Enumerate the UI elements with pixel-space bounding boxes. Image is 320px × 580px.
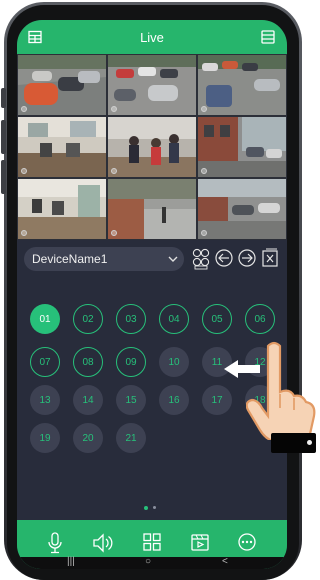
nav-home-button[interactable]: ○ [145,556,151,567]
camera-tile-4[interactable] [18,117,106,177]
page-indicator [153,506,156,509]
camera-tile-8[interactable] [108,179,196,239]
camera-tile-2[interactable] [108,55,196,115]
camera-tile-7[interactable] [18,179,106,239]
more-icon[interactable] [237,532,257,552]
back-circle-icon[interactable] [214,248,234,268]
device-select[interactable]: DeviceName1 [24,247,184,271]
channel-button-19[interactable]: 19 [30,423,60,453]
page-title: Live [140,30,164,45]
app-header: Live [17,20,287,54]
swipe-hand-illustration [246,341,316,440]
nav-recents-button[interactable]: ||| [67,556,75,567]
channel-button-04[interactable]: 04 [159,304,189,334]
device-select-value: DeviceName1 [32,252,108,266]
channel-button-10[interactable]: 10 [159,347,189,377]
nav-back-button[interactable]: < [222,556,228,567]
camera-tile-6[interactable] [198,117,286,177]
phone-side-button [1,160,6,194]
camera-grid [17,54,287,240]
device-list-icon[interactable] [260,29,276,45]
close-box-icon[interactable] [261,248,279,268]
camera-tile-9[interactable] [198,179,286,239]
sleeve-cuff [271,433,316,453]
grid-icon[interactable] [142,532,162,552]
chevron-down-icon [168,256,178,262]
microphone-icon[interactable] [45,532,65,554]
channel-button-02[interactable]: 02 [73,304,103,334]
phone-side-button [1,120,6,154]
app-screen: Live DeviceName1 01 02 03 04 05 06 07 08… [17,20,287,569]
channel-button-15[interactable]: 15 [116,385,146,415]
forward-circle-icon[interactable] [237,248,257,268]
channel-button-20[interactable]: 20 [73,423,103,453]
channel-button-08[interactable]: 08 [73,347,103,377]
page-indicator-active [144,506,148,510]
channel-button-06[interactable]: 06 [245,304,275,334]
camera-tile-5[interactable] [108,117,196,177]
channel-button-05[interactable]: 05 [202,304,232,334]
channel-button-09[interactable]: 09 [116,347,146,377]
channel-button-07[interactable]: 07 [30,347,60,377]
multi-channel-icon[interactable] [191,248,211,270]
channel-button-01[interactable]: 01 [30,304,60,334]
channel-button-13[interactable]: 13 [30,385,60,415]
playback-icon[interactable] [190,532,210,552]
camera-tile-3[interactable] [198,55,286,115]
channel-button-21[interactable]: 21 [116,423,146,453]
channel-button-14[interactable]: 14 [73,385,103,415]
camera-tile-1[interactable] [18,55,106,115]
speaker-icon[interactable] [91,532,113,554]
system-nav-bar: ||| ○ < [17,556,287,569]
channel-button-17[interactable]: 17 [202,385,232,415]
swipe-left-arrow-icon [224,360,260,378]
phone-side-button [1,88,6,108]
channel-button-03[interactable]: 03 [116,304,146,334]
channel-button-16[interactable]: 16 [159,385,189,415]
